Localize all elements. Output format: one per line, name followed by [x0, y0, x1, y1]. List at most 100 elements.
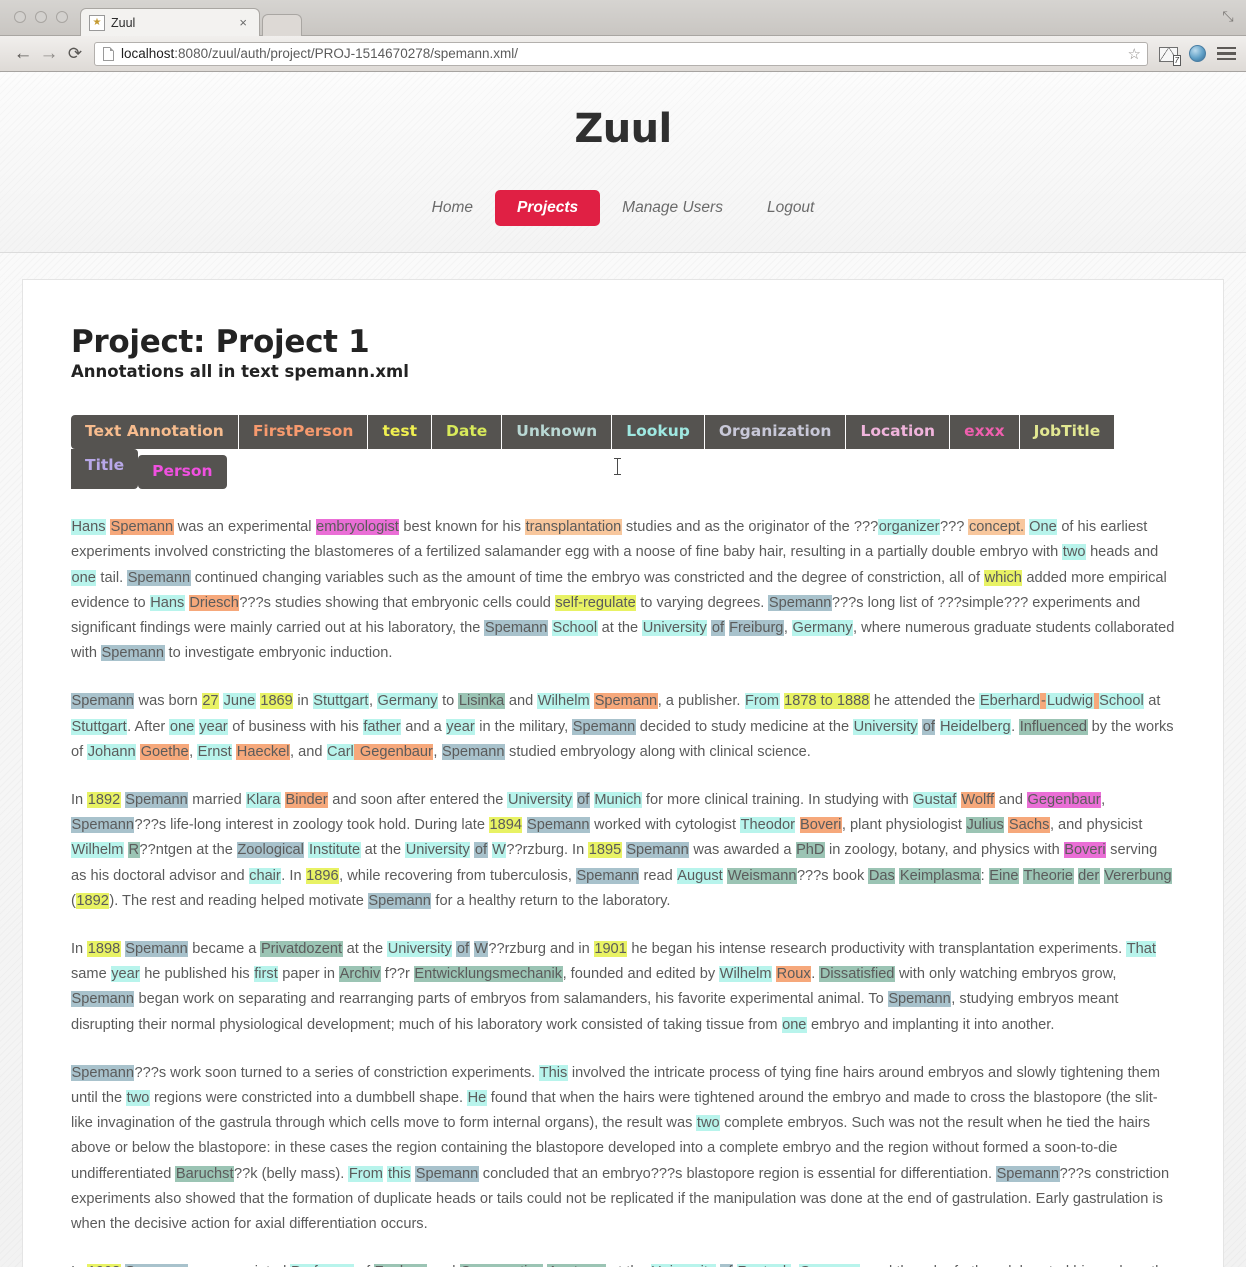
- annotation-lookup[interactable]: two: [696, 1115, 721, 1132]
- annotation-date[interactable]: 1896: [305, 867, 340, 884]
- annotation-unknown[interactable]: Spemann: [572, 718, 636, 735]
- annotation-lookup[interactable]: Wilhelm: [719, 966, 773, 983]
- annotation-lookup[interactable]: School: [1098, 693, 1145, 710]
- annotation-lookup[interactable]: This: [539, 1064, 568, 1081]
- annotation-lookup[interactable]: Ludwig: [1046, 693, 1094, 710]
- annotation-date[interactable]: 1898: [87, 940, 121, 957]
- annotation-person[interactable]: Wolff: [960, 791, 995, 808]
- annotation-type-exxx[interactable]: exxx: [950, 415, 1020, 450]
- annotation-lookup[interactable]: Institute: [308, 842, 361, 859]
- annotation-unknown[interactable]: Spemann: [127, 569, 191, 586]
- annotation-lookup[interactable]: University: [642, 619, 708, 636]
- annotation-type-title[interactable]: Title: [71, 449, 139, 490]
- chrome-menu-icon[interactable]: [1217, 44, 1236, 63]
- annotation-lookup[interactable]: June: [223, 693, 256, 710]
- annotation-unknown[interactable]: Spemann: [441, 743, 505, 760]
- annotation-person[interactable]: Roux: [776, 966, 812, 983]
- nav-item-manage-users[interactable]: Manage Users: [600, 190, 745, 226]
- annotation-date[interactable]: 27: [201, 693, 220, 710]
- annotation-organization[interactable]: der: [1077, 867, 1100, 884]
- annotation-person[interactable]: Sachs: [1008, 817, 1050, 834]
- annotation-organization[interactable]: R: [127, 842, 140, 859]
- annotation-unknown[interactable]: Spemann: [71, 1064, 135, 1081]
- annotation-type-test[interactable]: test: [368, 415, 432, 450]
- annotation-lookup[interactable]: one: [71, 569, 97, 586]
- annotation-organization[interactable]: Theorie: [1023, 867, 1074, 884]
- annotation-lookup[interactable]: University: [853, 718, 919, 735]
- annotation-lookup[interactable]: Germany: [792, 619, 854, 636]
- bookmark-star-icon[interactable]: ☆: [1128, 45, 1141, 63]
- annotation-unknown[interactable]: of: [922, 718, 936, 735]
- annotation-lookup[interactable]: Hans: [71, 519, 107, 536]
- annotation-organization[interactable]: Weismann: [727, 867, 797, 884]
- annotation-unknown[interactable]: Spemann: [526, 817, 591, 834]
- annotation-unknown[interactable]: of: [711, 619, 725, 636]
- annotation-unknown[interactable]: Spemann: [996, 1165, 1060, 1182]
- annotation-lookup[interactable]: Germany: [377, 693, 439, 710]
- maximize-icon[interactable]: ⤡: [1220, 8, 1236, 24]
- annotation-lookup[interactable]: University: [387, 940, 453, 957]
- annotation-unknown[interactable]: Spemann: [768, 594, 832, 611]
- annotation-textannotation[interactable]: transplantation: [525, 519, 622, 536]
- annotation-lookup[interactable]: one: [781, 1016, 807, 1033]
- annotation-unknown[interactable]: Zoological: [236, 842, 305, 859]
- back-icon[interactable]: ←: [10, 44, 36, 63]
- annotation-lookup[interactable]: one: [169, 718, 195, 735]
- annotation-lookup[interactable]: first: [253, 966, 279, 983]
- annotation-lookup[interactable]: Munich: [593, 791, 642, 808]
- annotation-lookup[interactable]: Theodor: [740, 817, 796, 834]
- annotation-date[interactable]: 1878 to 1888: [783, 693, 870, 710]
- annotation-organization[interactable]: Das: [868, 867, 896, 884]
- annotation-type-firstperson[interactable]: FirstPerson: [238, 415, 369, 450]
- annotation-unknown[interactable]: Spemann: [71, 817, 135, 834]
- annotation-type-date[interactable]: Date: [432, 415, 503, 450]
- annotation-textannotation[interactable]: concept.: [968, 519, 1025, 536]
- annotation-organization[interactable]: Keimplasma: [899, 867, 981, 884]
- annotation-person[interactable]: Goethe: [140, 743, 190, 760]
- annotation-unknown[interactable]: Spemann: [625, 842, 690, 859]
- annotation-lookup[interactable]: From: [348, 1165, 384, 1182]
- new-tab-button[interactable]: [262, 14, 302, 36]
- annotation-exxx[interactable]: embryologist: [315, 519, 400, 536]
- annotation-unknown[interactable]: Spemann: [101, 645, 165, 662]
- annotation-lookup[interactable]: two: [1062, 544, 1087, 561]
- annotation-lookup[interactable]: From: [744, 693, 780, 710]
- annotation-unknown[interactable]: Spemann: [124, 791, 189, 808]
- annotation-unknown[interactable]: Freiburg: [728, 619, 784, 636]
- annotation-unknown[interactable]: of: [456, 940, 470, 957]
- annotation-organization[interactable]: Dissatisfied: [819, 966, 895, 983]
- annotation-unknown[interactable]: Spemann: [887, 991, 952, 1008]
- annotation-lookup[interactable]: Gustaf: [912, 791, 957, 808]
- close-window-button[interactable]: [14, 11, 26, 23]
- annotation-lookup[interactable]: Klara: [245, 791, 281, 808]
- annotation-type-lookup[interactable]: Lookup: [612, 415, 705, 450]
- annotation-date[interactable]: 1901: [593, 940, 628, 957]
- annotation-date[interactable]: which: [984, 569, 1023, 586]
- annotation-date[interactable]: 1892: [75, 892, 110, 909]
- annotation-lookup[interactable]: Ernst: [197, 743, 233, 760]
- annotation-date[interactable]: 1895: [588, 842, 622, 859]
- window-controls[interactable]: [14, 11, 68, 23]
- forward-icon[interactable]: →: [36, 44, 62, 63]
- browser-tab-zuul[interactable]: ★ Zuul ×: [80, 8, 260, 36]
- annotation-unknown[interactable]: Spemann: [124, 940, 189, 957]
- annotation-lookup[interactable]: That: [1126, 940, 1157, 957]
- annotation-person[interactable]: Gegenbaur: [359, 743, 434, 760]
- annotation-lookup[interactable]: Wilhelm: [537, 693, 591, 710]
- annotation-person[interactable]: Driesch: [188, 594, 240, 611]
- annotation-lookup[interactable]: organizer: [878, 519, 941, 536]
- annotation-lookup[interactable]: Johann: [87, 743, 137, 760]
- annotation-lookup[interactable]: University: [405, 842, 471, 859]
- annotation-person[interactable]: Spemann: [594, 693, 658, 710]
- mail-icon[interactable]: 7: [1159, 47, 1181, 66]
- zoom-window-button[interactable]: [56, 11, 68, 23]
- annotation-organization[interactable]: Vererbung: [1103, 867, 1173, 884]
- nav-item-logout[interactable]: Logout: [745, 190, 836, 226]
- annotation-type-location[interactable]: Location: [846, 415, 951, 450]
- annotation-organization[interactable]: Julius: [966, 817, 1005, 834]
- annotation-organization[interactable]: Eine: [988, 867, 1019, 884]
- annotation-lookup[interactable]: August: [676, 867, 724, 884]
- annotation-date[interactable]: 1869: [259, 693, 294, 710]
- annotation-unknown[interactable]: Spemann: [71, 991, 135, 1008]
- annotation-organization[interactable]: PhD: [795, 842, 825, 859]
